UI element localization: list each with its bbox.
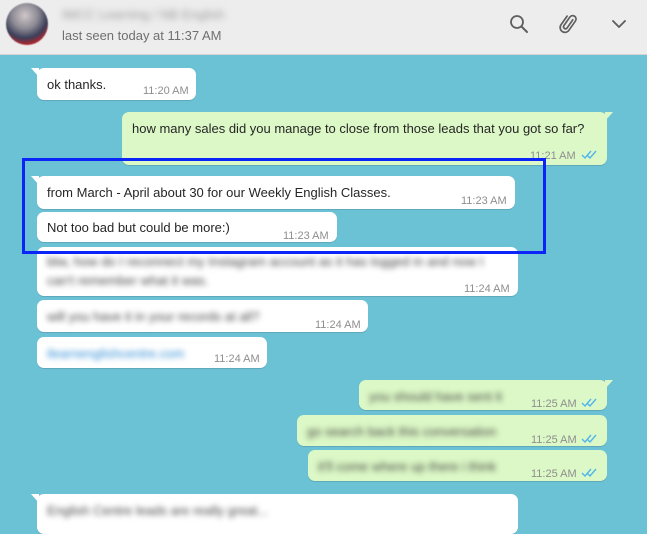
message-text: you should have sent it bbox=[369, 389, 502, 404]
chevron-down-icon[interactable] bbox=[608, 13, 630, 35]
chat-header: IMCC Learning / NB English last seen tod… bbox=[0, 0, 647, 55]
double-check-icon bbox=[581, 397, 597, 408]
message-text: it'll come where up there i think bbox=[318, 459, 497, 474]
message-incoming[interactable]: ilearnenglishcentre.com 11:24 AM bbox=[37, 337, 267, 368]
message-text: English Centre leads are really great... bbox=[47, 503, 269, 518]
message-text: ok thanks. bbox=[47, 77, 107, 92]
message-link[interactable]: ilearnenglishcentre.com bbox=[47, 344, 184, 363]
message-outgoing[interactable]: it'll come where up there i think 11:25 … bbox=[308, 450, 607, 481]
message-time: 11:20 AM bbox=[143, 85, 189, 97]
message-incoming[interactable]: ok thanks. 11:20 AM bbox=[31, 68, 196, 100]
message-incoming[interactable]: English Centre leads are really great... bbox=[31, 494, 518, 534]
annotation-highlight-box bbox=[22, 158, 546, 254]
message-outgoing[interactable]: you should have sent it 11:25 AM bbox=[359, 380, 613, 410]
double-check-icon bbox=[581, 149, 597, 160]
message-time: 11:24 AM bbox=[315, 319, 361, 331]
message-text: go search back this conversation bbox=[307, 424, 497, 439]
message-time: 11:25 AM bbox=[531, 398, 577, 410]
search-icon[interactable] bbox=[508, 13, 530, 35]
contact-name[interactable]: IMCC Learning / NB English bbox=[62, 7, 267, 23]
message-outgoing[interactable]: go search back this conversation 11:25 A… bbox=[297, 415, 607, 446]
double-check-icon bbox=[581, 433, 597, 444]
double-check-icon bbox=[581, 467, 597, 478]
message-time: 11:25 AM bbox=[531, 434, 577, 446]
message-text: btw, how do I reconnect my Instagram acc… bbox=[47, 254, 484, 288]
message-incoming[interactable]: will you have it in your records at all?… bbox=[37, 300, 368, 332]
avatar[interactable] bbox=[6, 3, 48, 45]
paperclip-icon[interactable] bbox=[558, 13, 580, 35]
last-seen-status: last seen today at 11:37 AM bbox=[62, 28, 222, 43]
message-time: 11:24 AM bbox=[214, 353, 260, 365]
message-time: 11:24 AM bbox=[464, 283, 510, 295]
message-text: will you have it in your records at all? bbox=[47, 309, 260, 324]
message-text: how many sales did you manage to close f… bbox=[132, 121, 585, 136]
message-incoming[interactable]: btw, how do I reconnect my Instagram acc… bbox=[37, 247, 518, 296]
message-time: 11:25 AM bbox=[531, 468, 577, 480]
